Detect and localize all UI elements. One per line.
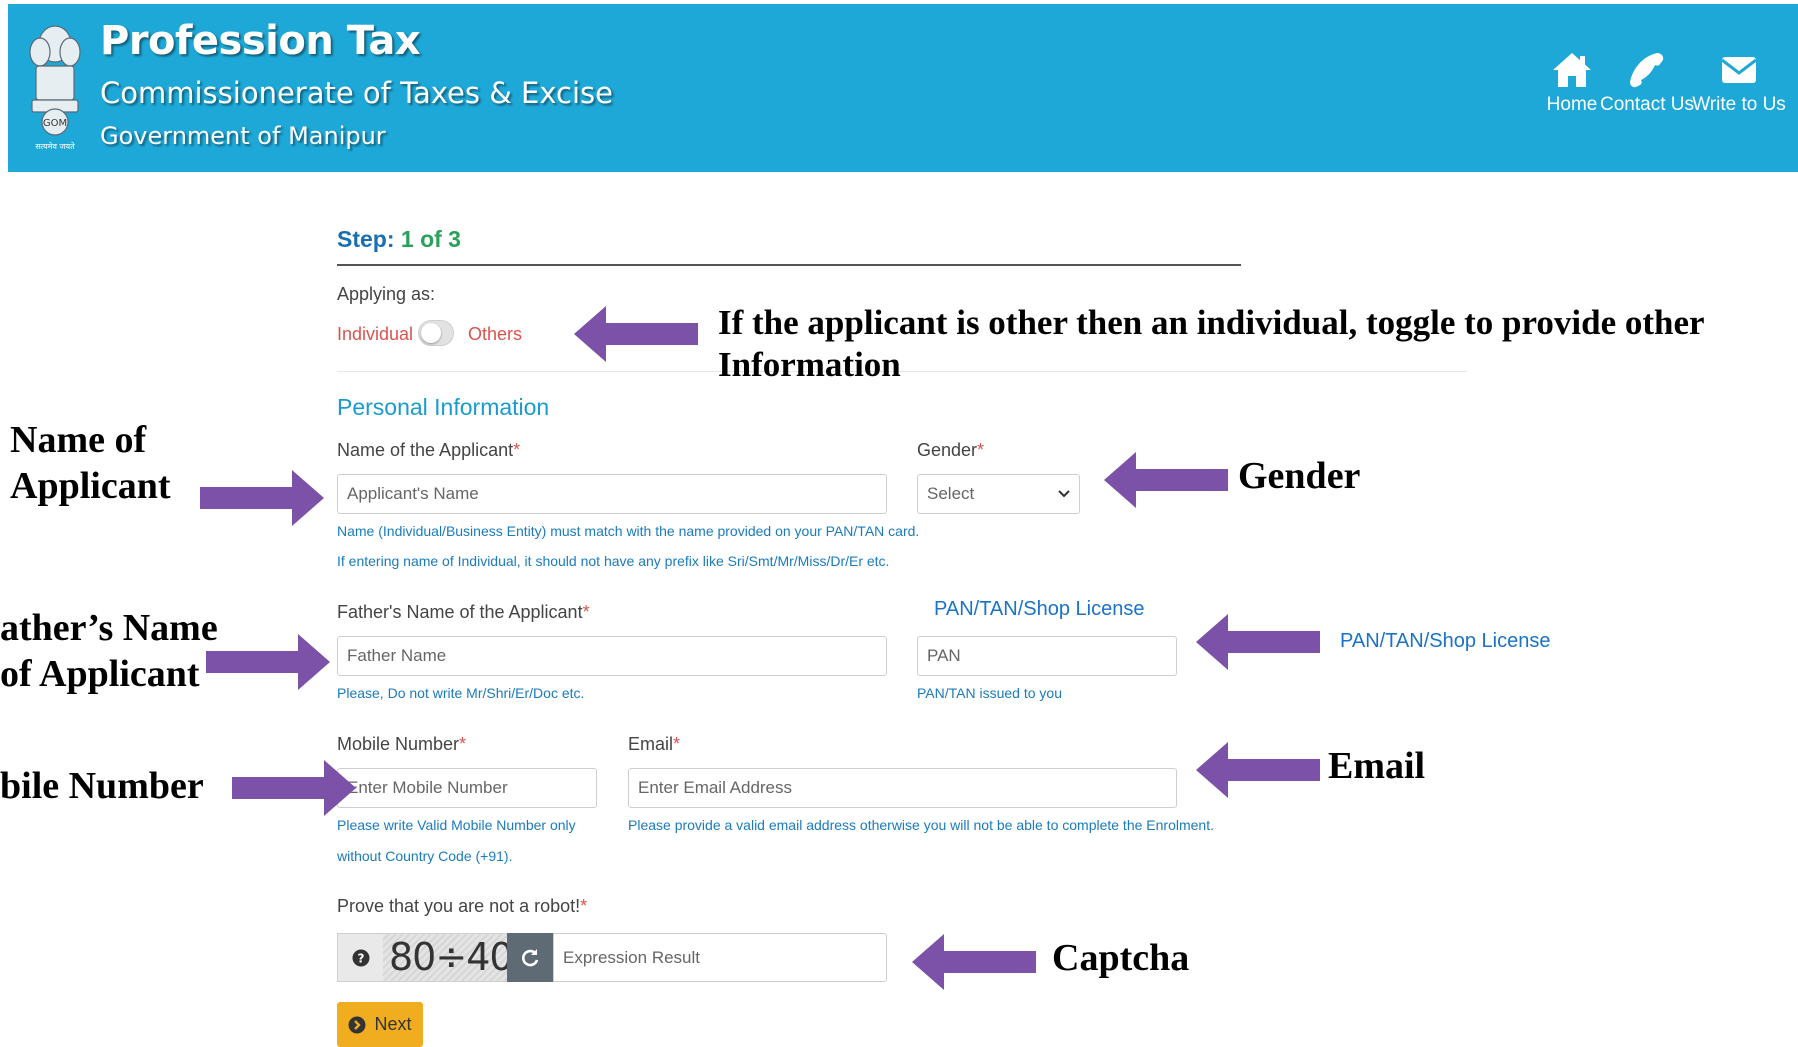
email-label: Email* [628, 734, 680, 755]
question-circle-icon: ? [352, 949, 369, 966]
father-label-text: Father's Name of the Applicant [337, 602, 583, 622]
annotation-toggle-line-1: If the applicant is other then an indivi… [718, 303, 1705, 342]
applicant-type-toggle[interactable] [418, 320, 454, 346]
required-mark: * [513, 440, 521, 460]
annotation-pan: PAN/TAN/Shop License [1340, 630, 1551, 652]
svg-text:सत्यमेव जयते: सत्यमेव जयते [35, 141, 75, 151]
gender-select[interactable]: Select [917, 474, 1080, 514]
svg-text:?: ? [357, 951, 364, 965]
name-label-text: Name of the Applicant [337, 440, 514, 460]
gender-select-value: Select [927, 484, 975, 503]
pan-hint: PAN/TAN issued to you [917, 685, 1062, 701]
applicant-name-input[interactable]: Applicant's Name [337, 474, 887, 514]
father-name-input[interactable]: Father Name [337, 636, 887, 676]
annotation-mobile: bile Number [0, 765, 204, 807]
annotation-name: Name of Applicant [10, 418, 170, 509]
step-label: Step: [337, 226, 395, 252]
name-hint-1: Name (Individual/Business Entity) must m… [337, 523, 920, 539]
annotation-captcha: Captcha [1052, 937, 1190, 979]
annotation-arrow-name [200, 470, 324, 526]
required-mark: * [977, 440, 985, 460]
annotation-father-line-1: ather’s Name [0, 607, 218, 649]
toggle-others-label: Others [468, 324, 523, 344]
robot-label: Prove that you are not a robot!* [337, 896, 587, 917]
annotation-toggle-line-2: Information [718, 345, 901, 384]
app-subtitle: Commissionerate of Taxes & Excise [100, 76, 613, 110]
annotation-arrow-gender [1104, 452, 1228, 508]
nav-write[interactable]: Write to Us [1684, 50, 1794, 116]
email-input[interactable]: Enter Email Address [628, 768, 1177, 808]
captcha-image: 80÷40= [383, 933, 544, 982]
required-mark: * [582, 602, 590, 622]
annotation-arrow-pan [1196, 614, 1320, 670]
name-label: Name of the Applicant* [337, 440, 520, 461]
mobile-hint-2: without Country Code (+91). [337, 848, 513, 864]
step-value: 1 of 3 [400, 226, 461, 252]
applying-as-label: Applying as: [337, 284, 436, 304]
captcha-refresh-button[interactable] [507, 933, 553, 982]
section-title: Personal Information [337, 394, 550, 420]
home-icon [1553, 53, 1591, 87]
annotation-name-line-1: Name of [10, 419, 147, 461]
toggle-knob [421, 323, 441, 343]
step-divider [337, 264, 1241, 266]
government-name: Government of Manipur [100, 122, 386, 150]
annotation-father-line-2: of Applicant [0, 652, 200, 695]
nav-home-label: Home [1546, 94, 1598, 115]
envelope-icon [1721, 57, 1757, 83]
gender-label-text: Gender [917, 440, 978, 460]
state-emblem-icon: GOM सत्यमेव जयते [29, 25, 81, 151]
svg-text:GOM: GOM [43, 118, 67, 129]
captcha-result-input[interactable]: Expression Result [553, 933, 887, 982]
annotation-arrow-father [206, 634, 330, 690]
next-button[interactable]: Next [337, 1002, 423, 1047]
pan-license-link[interactable]: PAN/TAN/Shop License [934, 598, 1144, 621]
captcha-help-button[interactable]: ? [337, 933, 383, 982]
annotation-arrow-toggle [574, 306, 698, 362]
annotation-arrow-mobile [232, 760, 356, 816]
required-mark: * [580, 896, 588, 916]
chevron-down-icon [1058, 490, 1070, 498]
arrow-circle-right-icon [348, 1016, 366, 1033]
annotation-father: ather’s Name of Applicant [0, 606, 218, 697]
annotation-arrow-email [1196, 742, 1320, 798]
required-mark: * [459, 734, 467, 754]
step-indicator: Step: 1 of 3 [337, 226, 461, 253]
annotation-email: Email [1328, 745, 1426, 787]
annotation-gender: Gender [1238, 455, 1361, 497]
mobile-input[interactable]: Enter Mobile Number [337, 768, 597, 808]
required-mark: * [673, 734, 681, 754]
annotation-name-line-2: Applicant [10, 464, 171, 507]
annotation-arrow-captcha [912, 934, 1036, 990]
phone-icon [1630, 53, 1664, 88]
gender-label: Gender* [917, 440, 984, 461]
mobile-label: Mobile Number* [337, 734, 466, 755]
toggle-individual-label: Individual [337, 324, 414, 344]
nav-write-label: Write to Us [1692, 94, 1786, 115]
name-hint-2: If entering name of Individual, it shoul… [337, 553, 890, 569]
app-title: Profession Tax [100, 18, 421, 64]
refresh-icon [522, 948, 539, 966]
robot-label-text: Prove that you are not a robot! [337, 896, 581, 916]
father-label: Father's Name of the Applicant* [337, 602, 590, 623]
father-hint: Please, Do not write Mr/Shri/Er/Doc etc. [337, 685, 585, 701]
nav-contact-label: Contact Us [1600, 94, 1694, 115]
mobile-label-text: Mobile Number [337, 734, 460, 754]
email-label-text: Email [628, 734, 674, 754]
pan-input[interactable]: PAN [917, 636, 1177, 676]
next-button-label: Next [374, 1014, 412, 1034]
mobile-hint-1: Please write Valid Mobile Number only [337, 817, 576, 833]
annotation-toggle-note: If the applicant is other then an indivi… [718, 302, 1798, 386]
email-hint: Please provide a valid email address oth… [628, 817, 1214, 833]
